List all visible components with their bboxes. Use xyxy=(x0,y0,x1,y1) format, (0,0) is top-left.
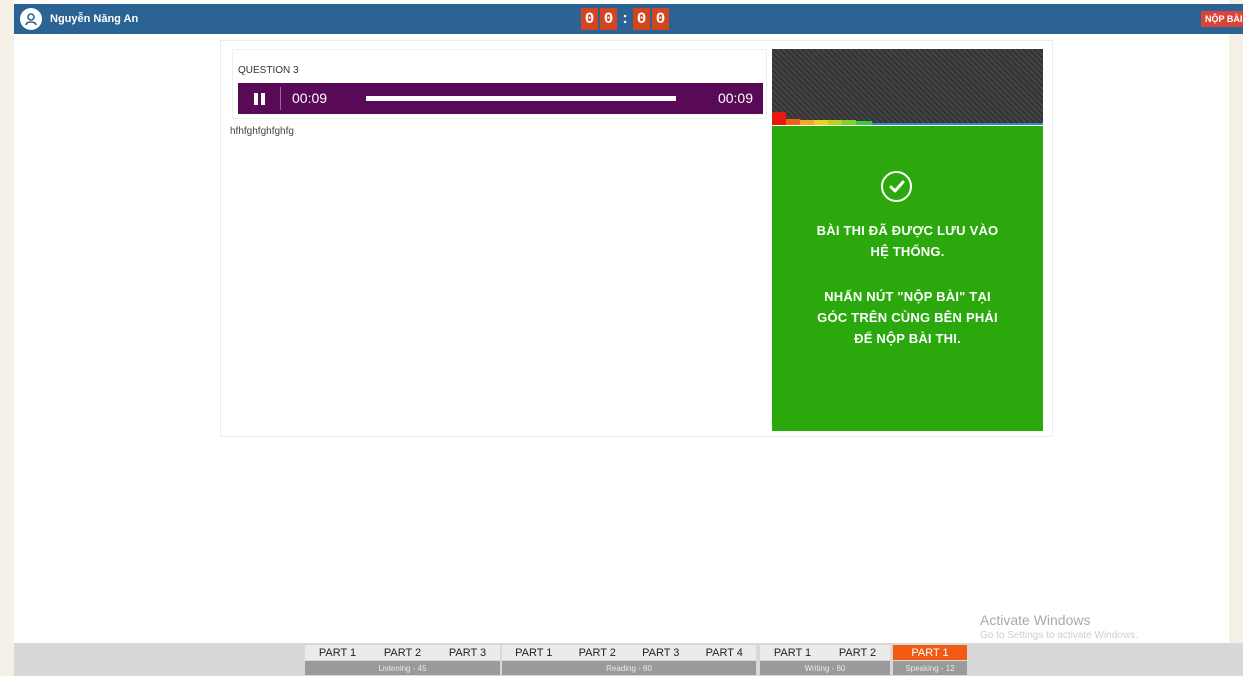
pause-icon xyxy=(253,92,265,105)
activate-windows-title: Activate Windows xyxy=(980,612,1091,628)
activate-windows-subtitle: Go to Settings to activate Windows. xyxy=(980,630,1138,641)
question-title: QUESTION 3 xyxy=(238,65,299,76)
question-box: QUESTION 3 00:09 00:09 xyxy=(232,49,767,119)
speaking-section-label: Speaking - 12 xyxy=(893,661,967,675)
left-edge xyxy=(0,0,14,676)
audio-player: 00:09 00:09 xyxy=(238,83,763,114)
listening-part-2-tab[interactable]: PART 2 xyxy=(370,645,435,660)
status-message-line: ĐỂ NỘP BÀI THI. xyxy=(854,331,961,346)
level-bar xyxy=(872,123,1043,125)
level-bar xyxy=(772,112,786,125)
listening-part-3-tab[interactable]: PART 3 xyxy=(435,645,500,660)
timer-digit: 0 xyxy=(633,8,650,30)
timer-digit: 0 xyxy=(600,8,617,30)
pause-button[interactable] xyxy=(238,83,280,114)
status-message-line: NHẤN NÚT "NỘP BÀI" TẠI xyxy=(824,289,991,304)
exam-timer: 0 0 : 0 0 xyxy=(581,8,669,30)
writing-section: PART 1 PART 2 Writing - 60 xyxy=(760,645,890,675)
status-message-line: HỆ THỐNG. xyxy=(870,244,945,259)
audio-progress-bar[interactable] xyxy=(366,96,676,101)
audio-progress-fill xyxy=(366,96,676,101)
saved-status-panel: BÀI THI ĐÃ ĐƯỢC LƯU VÀO HỆ THỐNG. NHẤN N… xyxy=(772,126,1043,431)
timer-colon: : xyxy=(622,10,628,27)
writing-section-label: Writing - 60 xyxy=(760,661,890,675)
timer-digit: 0 xyxy=(581,8,598,30)
reading-part-4-tab[interactable]: PART 4 xyxy=(693,645,757,660)
reading-section: PART 1 PART 2 PART 3 PART 4 Reading - 60 xyxy=(502,645,756,675)
writing-part-1-tab[interactable]: PART 1 xyxy=(760,645,825,660)
level-bar xyxy=(814,120,828,125)
level-bar xyxy=(828,120,842,125)
listening-section: PART 1 PART 2 PART 3 Listening - 45 xyxy=(305,645,500,675)
answer-text: hfhfghfghfghfg xyxy=(230,126,294,137)
current-time: 00:09 xyxy=(292,90,328,106)
timer-digit: 0 xyxy=(652,8,669,30)
reading-part-3-tab[interactable]: PART 3 xyxy=(629,645,693,660)
user-icon xyxy=(20,8,42,30)
reading-part-2-tab[interactable]: PART 2 xyxy=(566,645,630,660)
reading-part-1-tab[interactable]: PART 1 xyxy=(502,645,566,660)
top-bar: Nguyễn Năng An 0 0 : 0 0 NỘP BÀI xyxy=(14,4,1243,34)
status-message-line: GÓC TRÊN CÙNG BÊN PHẢI xyxy=(817,310,998,325)
user-info: Nguyễn Năng An xyxy=(20,8,139,30)
level-bar xyxy=(786,119,800,125)
player-divider xyxy=(280,87,281,110)
user-name: Nguyễn Năng An xyxy=(50,13,139,25)
level-bar xyxy=(800,120,814,125)
speaking-section: PART 1 Speaking - 12 xyxy=(893,645,967,675)
total-time: 00:09 xyxy=(717,90,753,106)
reading-section-label: Reading - 60 xyxy=(502,661,756,675)
writing-part-2-tab[interactable]: PART 2 xyxy=(825,645,890,660)
level-bar xyxy=(842,120,856,125)
level-bar xyxy=(856,121,872,125)
section-navigation: PART 1 PART 2 PART 3 Listening - 45 PART… xyxy=(14,643,1243,676)
listening-section-label: Listening - 45 xyxy=(305,661,500,675)
check-circle-icon xyxy=(881,171,912,202)
exam-card: QUESTION 3 00:09 00:09 hfhfghfghfghfg BÀ… xyxy=(220,40,1053,437)
listening-part-1-tab[interactable]: PART 1 xyxy=(305,645,370,660)
speaking-part-1-tab[interactable]: PART 1 xyxy=(893,645,967,660)
microphone-level-meter xyxy=(772,49,1043,125)
submit-exam-button[interactable]: NỘP BÀI xyxy=(1201,11,1243,27)
status-message-line: BÀI THI ĐÃ ĐƯỢC LƯU VÀO xyxy=(816,223,999,238)
right-edge xyxy=(1229,0,1243,676)
